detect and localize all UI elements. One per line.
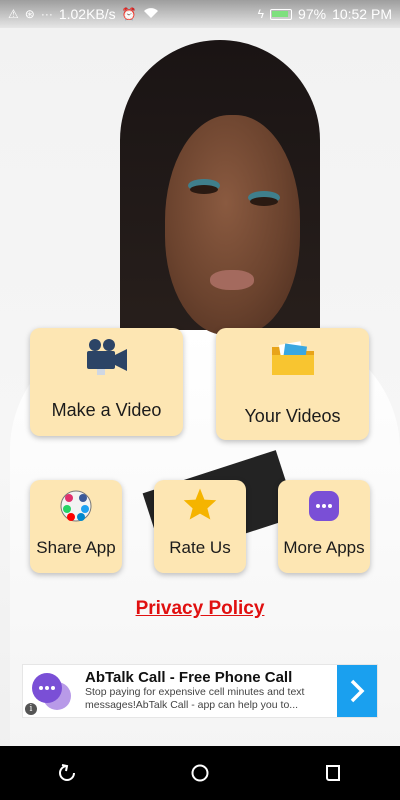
clock: 10:52 PM	[332, 6, 392, 22]
right-eye	[250, 197, 278, 206]
star-icon	[182, 484, 218, 524]
face-shape	[165, 115, 300, 335]
status-bar: ⚠ ⊛ ··· 1.02KB/s ⏰ ϟ 97% 10:52 PM	[0, 0, 400, 28]
make-video-label: Make a Video	[51, 400, 162, 420]
privacy-policy-link[interactable]: Privacy Policy	[136, 598, 265, 619]
video-camera-icon	[83, 332, 131, 382]
share-app-label: Share App	[36, 538, 116, 557]
back-icon[interactable]	[47, 753, 87, 793]
share-app-button[interactable]: Share App	[30, 480, 122, 573]
alarm-icon: ⏰	[121, 7, 137, 21]
charging-icon: ϟ	[257, 7, 265, 21]
lips	[210, 270, 254, 290]
share-apps-icon	[59, 486, 93, 526]
warning-icon: ⚠	[8, 7, 19, 21]
ad-open-button[interactable]	[337, 665, 377, 717]
home-icon[interactable]	[180, 753, 220, 793]
wifi-icon	[143, 7, 159, 22]
more-apps-label: More Apps	[283, 538, 365, 557]
your-videos-label: Your Videos	[244, 406, 341, 426]
ad-banner[interactable]: i AbTalk Call - Free Phone Call Stop pay…	[22, 664, 378, 718]
ad-title: AbTalk Call - Free Phone Call	[85, 669, 293, 686]
rate-us-button[interactable]: Rate Us	[154, 480, 246, 573]
battery-level: 97%	[298, 6, 327, 22]
network-speed: 1.02KB/s	[58, 6, 116, 22]
chevron-right-icon	[350, 679, 365, 703]
ad-description: Stop paying for expensive cell minutes a…	[85, 686, 305, 711]
recents-icon[interactable]	[313, 753, 353, 793]
folder-icon	[270, 334, 316, 384]
rate-us-label: Rate Us	[169, 538, 231, 557]
navigation-bar	[0, 746, 400, 800]
vpn-icon: ⊛	[24, 7, 35, 21]
privacy-policy-container: Privacy Policy	[0, 598, 400, 620]
more-apps-button[interactable]: More Apps	[278, 480, 370, 573]
more-dots-icon: ···	[40, 7, 53, 21]
more-apps-icon	[308, 486, 340, 526]
ad-logo: i	[23, 665, 81, 717]
ad-info-icon[interactable]: i	[25, 703, 37, 715]
make-video-button[interactable]: Make a Video	[30, 328, 183, 436]
your-videos-button[interactable]: Your Videos	[216, 328, 369, 440]
battery-icon	[270, 8, 293, 20]
left-eye	[190, 185, 218, 194]
